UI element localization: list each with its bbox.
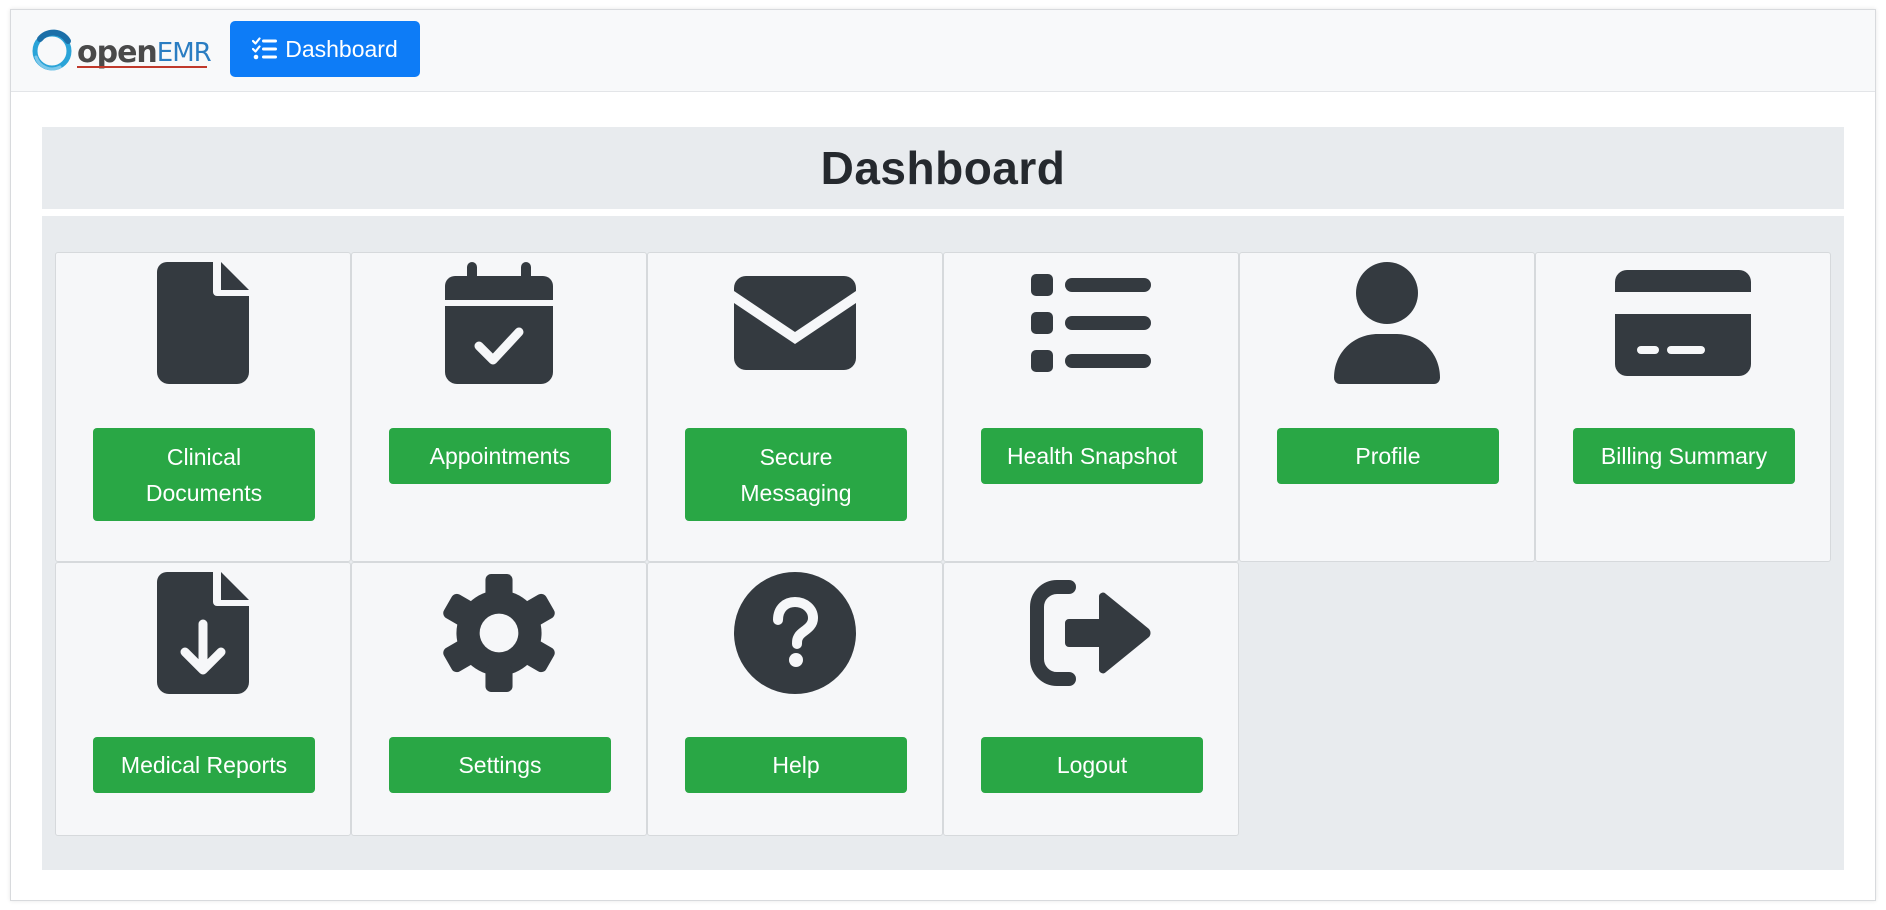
tile-secure-messaging: Secure Messaging [647, 252, 943, 562]
file-download-icon [56, 563, 350, 703]
dashboard-nav-label: Dashboard [285, 35, 398, 62]
envelope-icon [648, 253, 942, 393]
tile-billing-summary: Billing Summary [1535, 252, 1831, 562]
health-snapshot-button[interactable]: Health Snapshot [981, 428, 1203, 484]
page-header: Dashboard [42, 127, 1844, 209]
logo-underline [77, 66, 207, 68]
tile-appointments: Appointments [351, 252, 647, 562]
tile-clinical-documents: Clinical Documents [55, 252, 351, 562]
logo-text-emr: EMR [156, 38, 212, 68]
user-icon [1240, 253, 1534, 393]
tile-medical-reports: Medical Reports [55, 562, 351, 836]
dashboard-panel: Clinical Documents Appointments Secure M… [42, 216, 1844, 870]
list-check-icon [252, 37, 278, 61]
tile-settings: Settings [351, 562, 647, 836]
sign-out-icon [944, 563, 1238, 703]
tile-help: Help [647, 562, 943, 836]
secure-messaging-button[interactable]: Secure Messaging [685, 428, 907, 521]
appointments-button[interactable]: Appointments [389, 428, 611, 484]
tile-health-snapshot: Health Snapshot [943, 252, 1239, 562]
page-title: Dashboard [820, 142, 1066, 194]
logo-swirl-icon [32, 29, 72, 71]
logout-button[interactable]: Logout [981, 737, 1203, 793]
list-icon [944, 253, 1238, 393]
credit-card-icon [1536, 253, 1830, 393]
tile-logout: Logout [943, 562, 1239, 836]
question-circle-icon [648, 563, 942, 703]
logo-text-open: open [77, 35, 158, 70]
app-window: open EMR Dashboard Dashboard Clinical Do… [10, 9, 1876, 901]
billing-summary-button[interactable]: Billing Summary [1573, 428, 1795, 484]
calendar-check-icon [352, 253, 646, 393]
gear-icon [352, 563, 646, 703]
openemr-logo[interactable]: open EMR [30, 27, 212, 73]
settings-button[interactable]: Settings [389, 737, 611, 793]
help-button[interactable]: Help [685, 737, 907, 793]
dashboard-nav-button[interactable]: Dashboard [230, 21, 420, 77]
tile-profile: Profile [1239, 252, 1535, 562]
file-icon [56, 253, 350, 393]
medical-reports-button[interactable]: Medical Reports [93, 737, 315, 793]
top-navbar: open EMR Dashboard [11, 10, 1875, 92]
clinical-documents-button[interactable]: Clinical Documents [93, 428, 315, 521]
profile-button[interactable]: Profile [1277, 428, 1499, 484]
